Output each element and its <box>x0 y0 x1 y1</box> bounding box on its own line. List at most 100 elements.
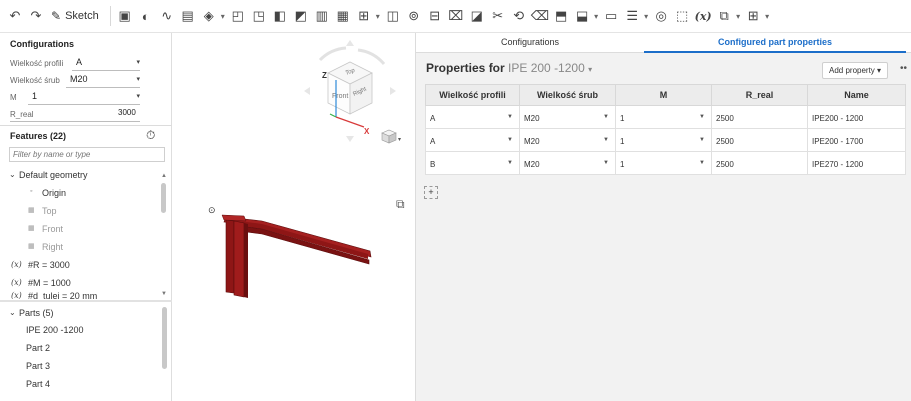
list-icon[interactable]: ☰ <box>623 5 641 27</box>
revolve-icon[interactable]: ◐ <box>137 5 155 27</box>
chamfer-icon[interactable]: ◳ <box>250 5 268 27</box>
view-cube[interactable]: Top Front Right Z X ▾ <box>292 38 402 148</box>
sheet-metal-icon[interactable]: ⊟ <box>426 5 444 27</box>
tree-item-origin[interactable]: ◦ Origin <box>0 185 160 203</box>
chevron-down-icon[interactable]: ▾ <box>398 137 401 143</box>
tree-item-variable[interactable]: (x) #R = 3000 <box>0 257 160 275</box>
add-property-button[interactable]: Add property ▾ <box>822 62 889 79</box>
chevron-down-icon[interactable]: ▾ <box>136 75 140 83</box>
part-item[interactable]: Part 3 <box>0 358 160 376</box>
column-header[interactable]: Wielkość profili <box>425 84 520 106</box>
chevron-down-icon[interactable]: ▼ <box>699 160 705 166</box>
chevron-down-icon[interactable]: ▾ <box>765 12 769 21</box>
column-header[interactable]: Wielkość śrub <box>519 84 616 106</box>
m-cell[interactable]: 1 ▼ <box>615 105 712 129</box>
tab-configurations[interactable]: Configurations <box>416 33 644 53</box>
column-web[interactable] <box>233 220 245 298</box>
chevron-down-icon[interactable]: ▾ <box>376 12 380 21</box>
part-item[interactable]: Part 4 <box>0 376 160 394</box>
column-header[interactable]: M <box>615 84 712 106</box>
graphics-viewport[interactable]: Top Front Right Z X ▾ ⧉ ⊙ <box>172 33 415 401</box>
beam-bottom-flange[interactable] <box>231 224 370 265</box>
column-header[interactable]: R_real <box>711 84 808 106</box>
add-row-button[interactable]: + <box>424 186 438 199</box>
draft-icon[interactable]: ◧ <box>271 5 289 27</box>
config-input-profile[interactable]: Wielkość profili A ▾ <box>10 55 166 72</box>
boolean-icon[interactable]: ◈ <box>200 5 218 27</box>
measure-icon[interactable]: ◎ <box>652 5 670 27</box>
chevron-down-icon[interactable]: ▼ <box>507 160 513 166</box>
shell-icon[interactable]: ◩ <box>292 5 310 27</box>
delete-part-icon[interactable]: ⌫ <box>531 5 549 27</box>
mirror-icon[interactable]: ◫ <box>384 5 402 27</box>
sketch-button[interactable]: ✎ Sketch <box>48 5 102 27</box>
more-options-icon[interactable]: •• <box>900 63 907 74</box>
chevron-down-icon[interactable]: ▾ <box>644 12 648 21</box>
undo-icon[interactable]: ↶ <box>6 5 24 27</box>
beam-model[interactable] <box>202 198 382 318</box>
chevron-down-icon[interactable]: ⌄ <box>9 308 16 317</box>
split-icon[interactable]: ✂ <box>489 5 507 27</box>
tree-item-right[interactable]: ▦ Right <box>0 239 160 257</box>
chevron-down-icon[interactable]: ▾ <box>136 92 140 100</box>
chevron-down-icon[interactable]: ▼ <box>603 114 609 120</box>
beam-web[interactable] <box>232 220 368 259</box>
r-real-cell[interactable]: 2500 <box>711 151 808 175</box>
config-input-m[interactable]: M 1 ▾ <box>10 89 166 106</box>
plane-icon[interactable]: ⊞ <box>355 5 373 27</box>
cube-arrow-left[interactable] <box>304 87 310 95</box>
scroll-down-icon[interactable]: ▼ <box>161 291 167 297</box>
render-mode-icon[interactable]: ⧉ <box>396 197 405 212</box>
cube-arrow-down[interactable] <box>346 136 354 142</box>
column-cap[interactable] <box>221 214 247 222</box>
chevron-down-icon[interactable]: ▾ <box>594 12 598 21</box>
config-input-r-real[interactable]: R_real 3000 <box>10 106 166 123</box>
chevron-down-icon[interactable]: ▼ <box>699 114 705 120</box>
composite-icon[interactable]: ▭ <box>602 5 620 27</box>
tree-group-parts[interactable]: ⌄ Parts (5) <box>0 305 160 323</box>
feature-list-scrollbar[interactable]: ▲ ▼ <box>161 173 167 303</box>
r-real-cell[interactable]: 2500 <box>711 128 808 152</box>
sweep-icon[interactable]: ∿ <box>158 5 176 27</box>
chevron-down-icon[interactable]: ▼ <box>507 114 513 120</box>
chevron-down-icon[interactable]: ▾ <box>588 65 592 74</box>
chevron-down-icon[interactable]: ▾ <box>736 12 740 21</box>
section-view-icon[interactable]: ⬚ <box>673 5 691 27</box>
name-cell[interactable]: IPE200 - 1200 <box>807 105 906 129</box>
redo-icon[interactable]: ↷ <box>27 5 45 27</box>
rotate-arc[interactable] <box>357 48 386 66</box>
fillet-icon[interactable]: ◰ <box>229 5 247 27</box>
screw-cell[interactable]: M20 ▼ <box>519 128 616 152</box>
chevron-down-icon[interactable]: ▾ <box>136 58 140 66</box>
helix-icon[interactable]: ⊚ <box>405 5 423 27</box>
chevron-down-icon[interactable]: ▼ <box>507 137 513 143</box>
cube-arrow-right[interactable] <box>390 87 396 95</box>
part-item[interactable]: Part 2 <box>0 340 160 358</box>
rollback-timer-icon[interactable]: ⏱ <box>146 128 155 143</box>
tree-item-top[interactable]: ▦ Top <box>0 203 160 221</box>
surface-icon[interactable]: ◪ <box>468 5 486 27</box>
chevron-down-icon[interactable]: ⌄ <box>9 170 16 179</box>
r-real-cell[interactable]: 2500 <box>711 105 808 129</box>
transform-icon[interactable]: ⟲ <box>510 5 528 27</box>
replace-face-icon[interactable]: ⬒ <box>552 5 570 27</box>
panel-divider[interactable] <box>0 300 172 302</box>
chevron-down-icon[interactable]: ▾ <box>221 12 225 21</box>
tree-group-default-geometry[interactable]: ⌄ Default geometry <box>0 167 160 185</box>
rotate-arc[interactable] <box>318 46 347 62</box>
screw-cell[interactable]: M20 ▼ <box>519 151 616 175</box>
column-edge[interactable] <box>244 223 248 298</box>
part-item[interactable]: IPE 200 -1200 <box>0 322 160 340</box>
scrollbar-thumb[interactable] <box>161 183 166 213</box>
thicken-icon[interactable]: ▤ <box>179 5 197 27</box>
profile-cell[interactable]: A ▼ <box>425 105 520 129</box>
profile-cell[interactable]: B ▼ <box>425 151 520 175</box>
name-cell[interactable]: IPE270 - 1200 <box>807 151 906 175</box>
column-header[interactable]: Name <box>807 84 906 106</box>
add-custom-feature-icon[interactable]: ⊞ <box>744 5 762 27</box>
chevron-down-icon[interactable]: ▼ <box>603 137 609 143</box>
profile-cell[interactable]: A ▼ <box>425 128 520 152</box>
custom-feature-icon[interactable]: ⧉ <box>715 5 733 27</box>
variable-button[interactable]: (x) <box>694 5 712 27</box>
properties-heading[interactable]: Properties for IPE 200 -1200 ▾ <box>426 61 592 75</box>
